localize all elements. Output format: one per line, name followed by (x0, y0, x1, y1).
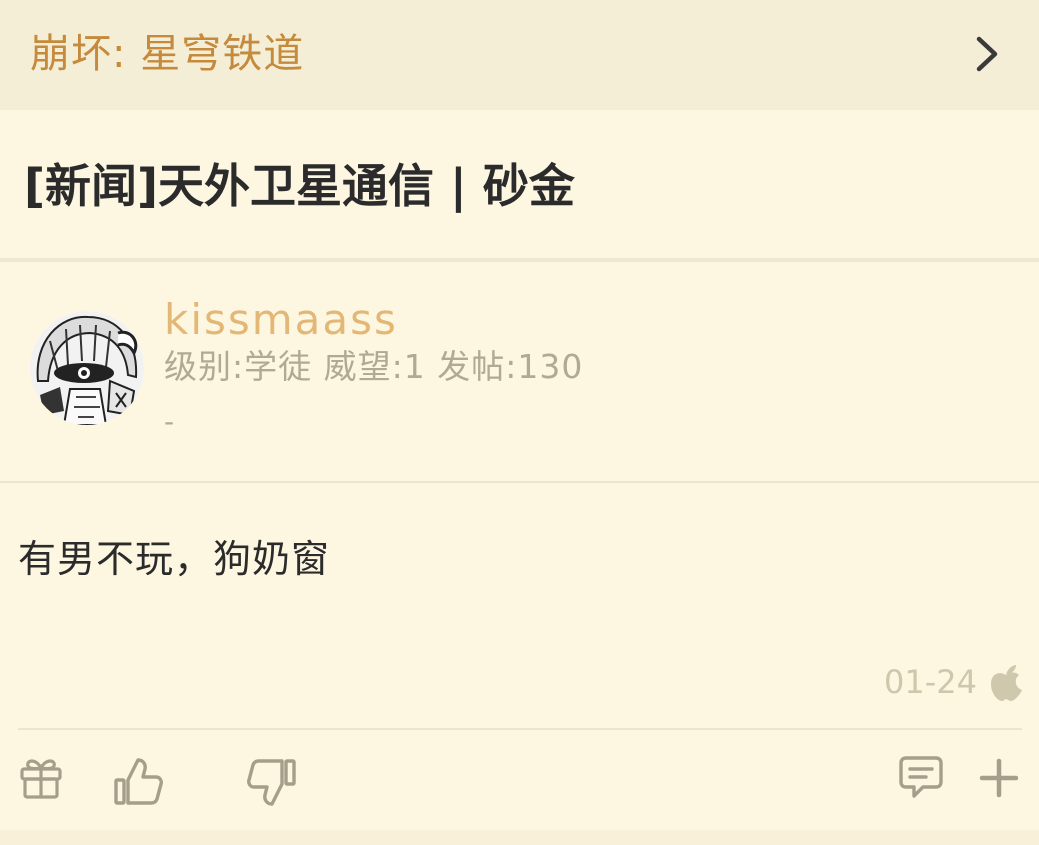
avatar[interactable] (30, 311, 144, 425)
divider (0, 258, 1039, 262)
thumbs-up-icon[interactable] (112, 756, 164, 808)
divider (0, 481, 1039, 483)
author-username[interactable]: kissmaass (164, 292, 398, 348)
comment-icon[interactable] (898, 754, 944, 800)
author-info: 级别:学徒 威望:1 发帖:130 (164, 347, 584, 386)
post-title: [新闻]天外卫星通信 | 砂金 (24, 159, 575, 213)
post-content: 有男不玩，狗奶窗 (18, 537, 331, 581)
forum-header-bar[interactable]: 崩坏: 星穹铁道 (0, 0, 1039, 110)
apple-icon (991, 665, 1022, 701)
thumbs-down-icon[interactable] (246, 756, 298, 808)
chevron-right-icon[interactable] (968, 32, 1004, 76)
author-signature: - (164, 405, 175, 438)
forum-name[interactable]: 崩坏: 星穹铁道 (30, 26, 304, 82)
user-avatar-image (30, 311, 144, 425)
divider (18, 728, 1022, 730)
plus-icon[interactable] (978, 757, 1020, 799)
gift-icon[interactable] (18, 755, 64, 801)
bottom-strip (0, 830, 1039, 845)
post-date: 01-24 (884, 663, 977, 701)
post-title-area: [新闻]天外卫星通信 | 砂金 (0, 110, 1039, 258)
